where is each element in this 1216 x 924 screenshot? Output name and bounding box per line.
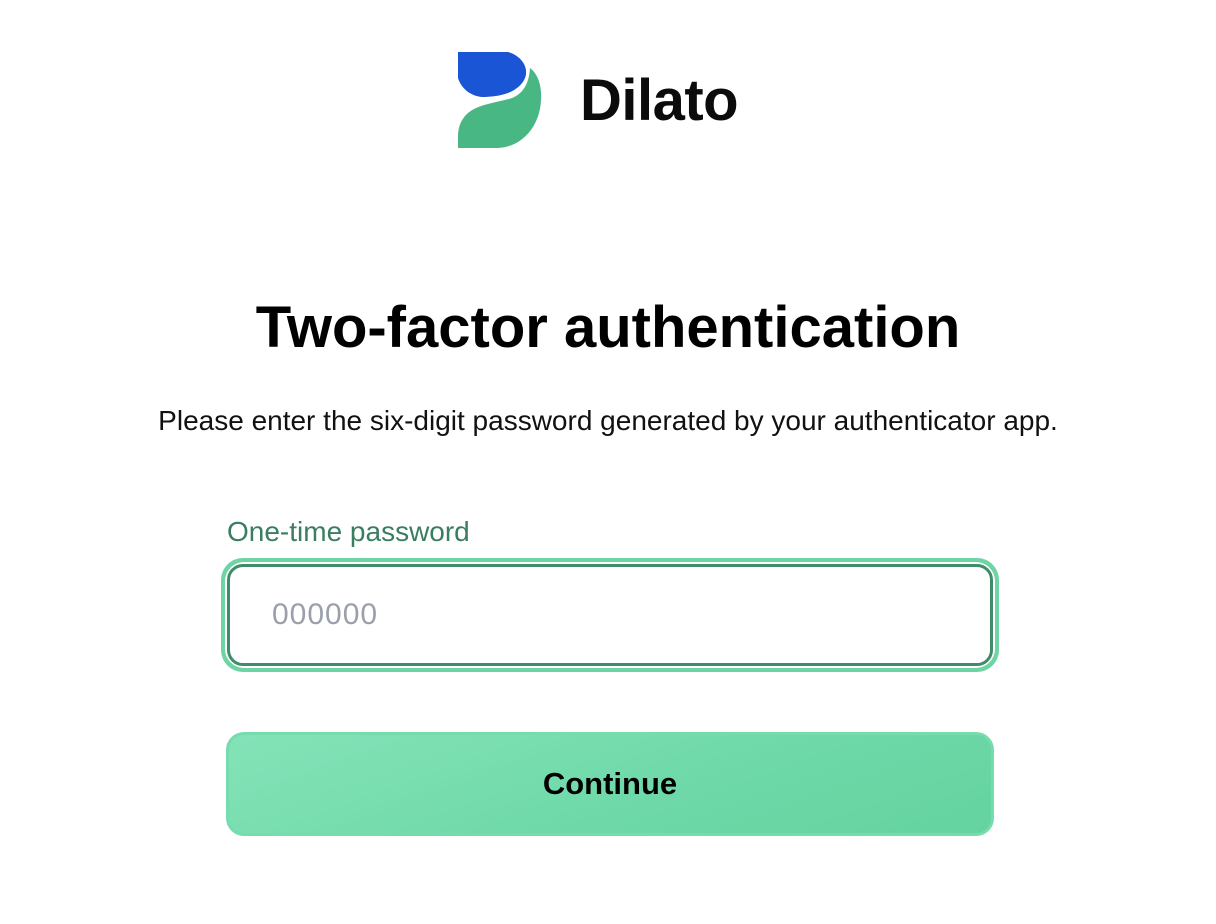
otp-input[interactable] [227, 564, 993, 666]
continue-button[interactable]: Continue [226, 732, 994, 836]
brand-header: Dilato [456, 52, 739, 148]
page-title: Two-factor authentication [255, 295, 961, 360]
brand-name: Dilato [580, 68, 739, 133]
two-factor-page: Dilato Two-factor authentication Please … [0, 0, 1216, 924]
otp-field-label: One-time password [227, 516, 470, 547]
otp-field-focus-ring [221, 558, 999, 672]
page-subtitle: Please enter the six-digit password gene… [158, 405, 1058, 436]
dilato-logo-icon [458, 52, 542, 148]
